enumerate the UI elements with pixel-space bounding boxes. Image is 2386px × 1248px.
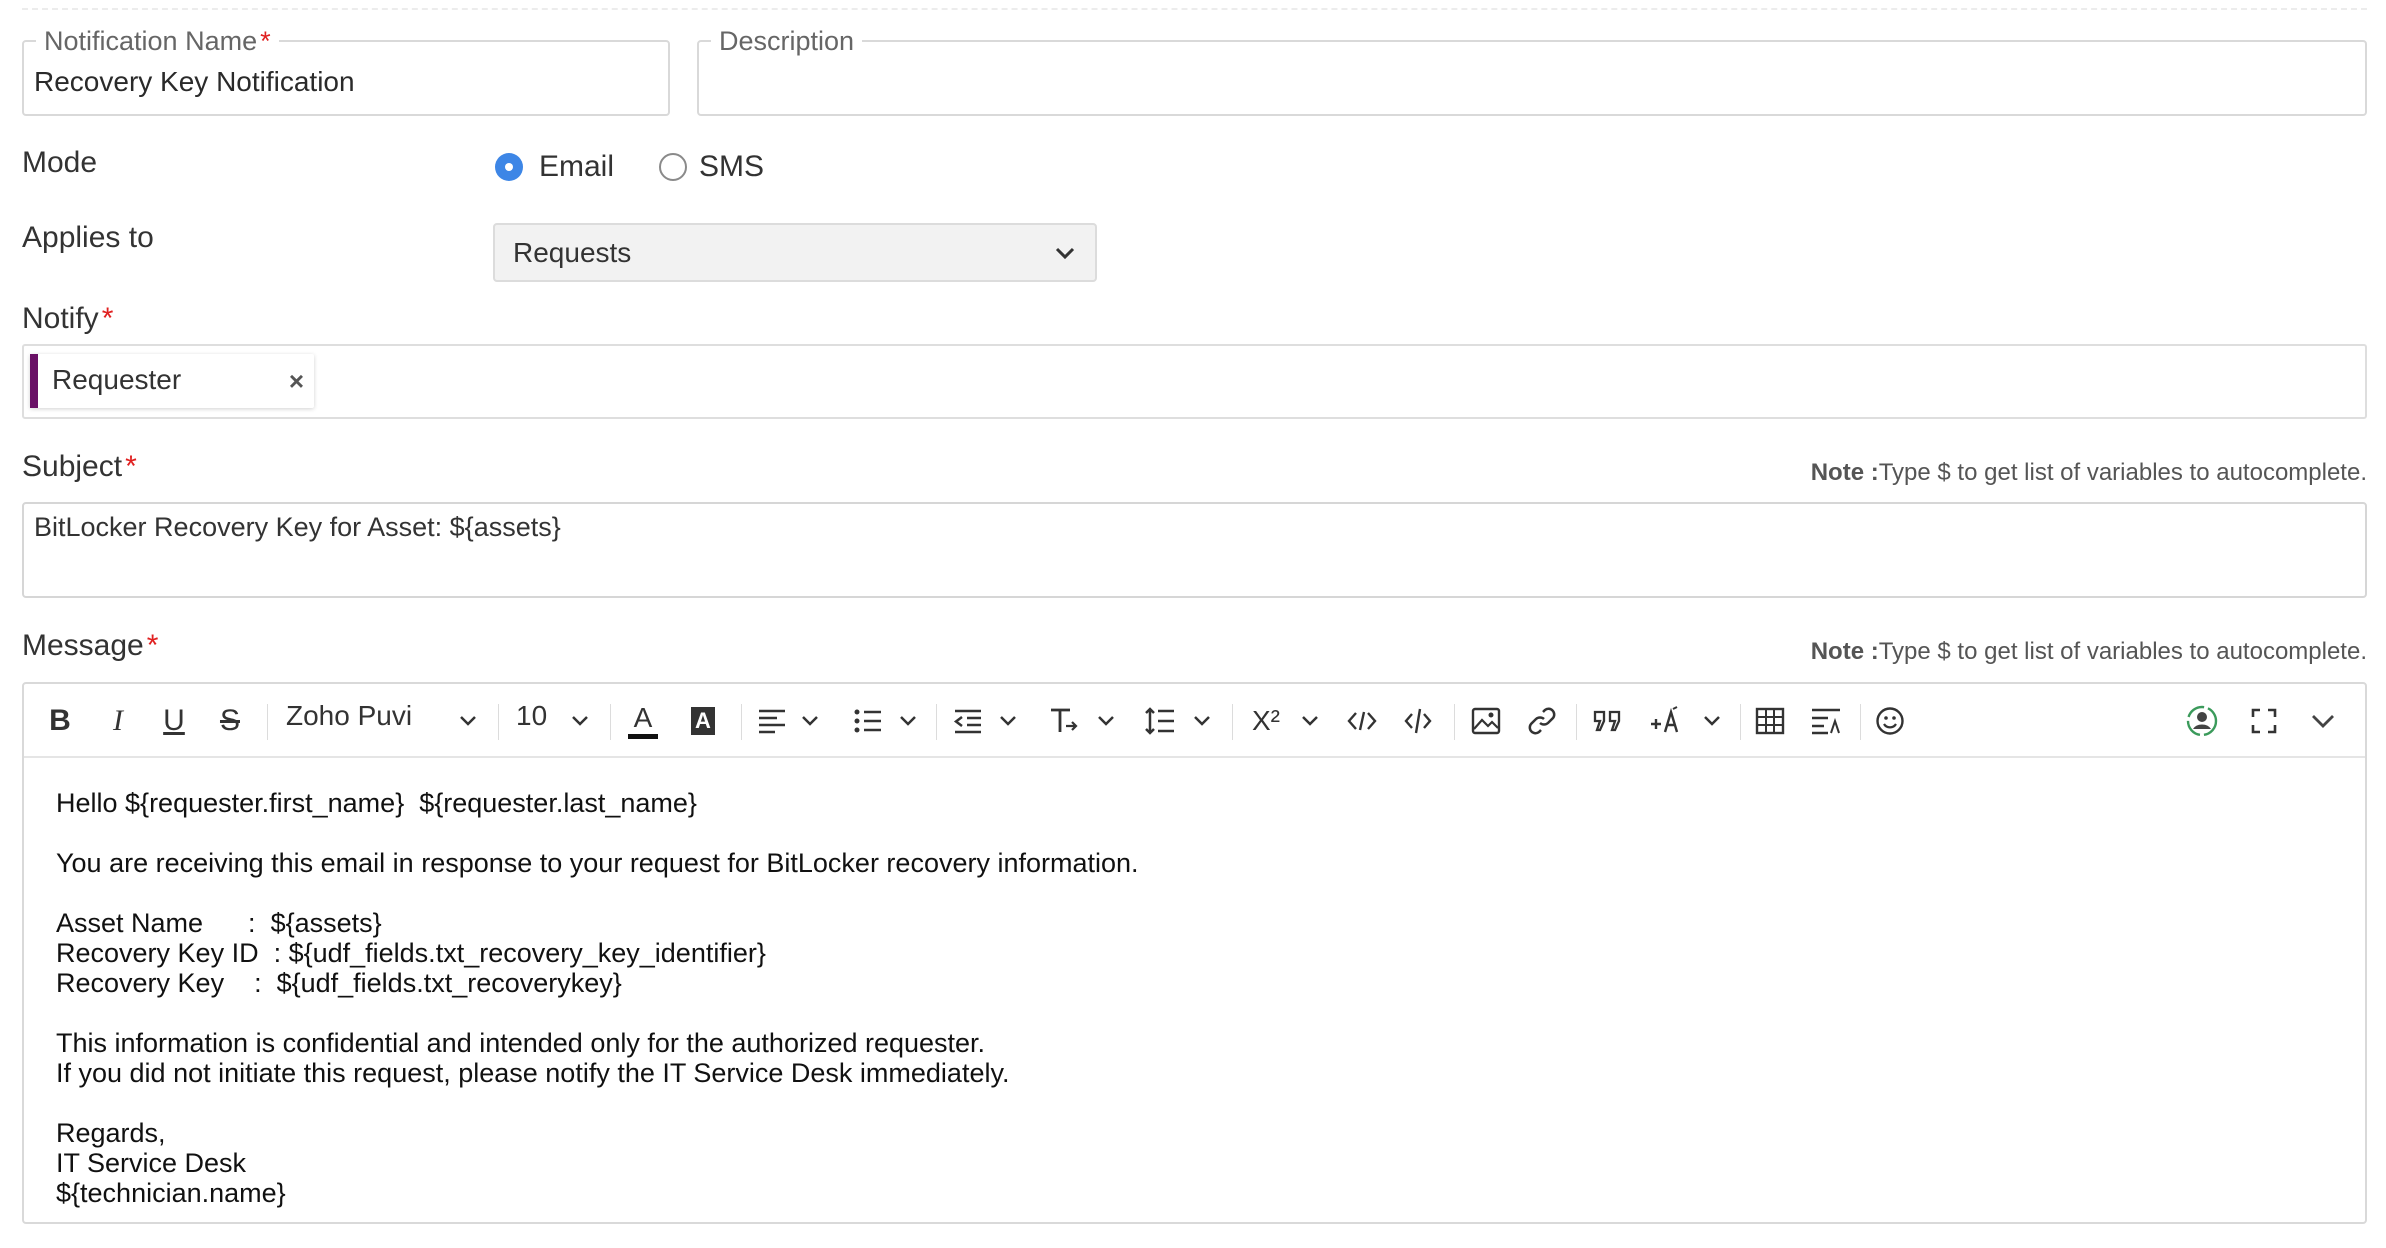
insert-image-icon[interactable] [1468,702,1504,740]
subject-input[interactable]: BitLocker Recovery Key for Asset: ${asse… [22,502,2367,598]
chip-label: Requester [52,364,182,395]
chevron-down-icon[interactable] [1702,702,1722,740]
email-radio[interactable] [495,153,523,181]
toolbar-separator [741,704,742,740]
toolbar-separator [1576,704,1577,740]
message-line: Asset Name : ${assets} [56,908,382,938]
emoji-icon[interactable] [1872,702,1908,740]
chevron-down-icon[interactable] [898,702,918,740]
chevron-down-icon[interactable] [800,702,820,740]
message-line [56,998,1139,1028]
toolbar-separator [1454,704,1455,740]
message-note: Note :Type $ to get list of variables to… [1810,638,2367,665]
line-height-icon[interactable] [1142,702,1178,740]
message-line [56,878,1139,908]
notify-label: Notify * [22,302,114,335]
message-line: IT Service Desk [56,1148,247,1178]
chevron-down-icon[interactable] [998,702,1018,740]
message-editor[interactable]: B I U S Zoho Puvi 10 A A X² Hello ${requ… [22,682,2367,1224]
strikethrough-button[interactable]: S [212,702,248,740]
message-line [56,1088,1139,1118]
mode-sms-option[interactable]: SMS [659,150,764,184]
message-line: Hello ${requester.first_name} ${requeste… [56,788,697,818]
bold-button[interactable]: B [42,702,78,740]
font-color-button[interactable]: A [626,702,660,740]
message-line: ${technician.name} [56,1178,286,1208]
toolbar-separator [498,704,499,740]
background-color-glyph: A [691,707,715,735]
subject-note: Note :Type $ to get list of variables to… [1810,459,2367,486]
message-line: Recovery Key ID : ${udf_fields.txt_recov… [56,938,766,968]
subject-value: BitLocker Recovery Key for Asset: ${asse… [34,512,561,542]
underline-button[interactable]: U [156,702,192,740]
font-color-glyph: A [633,701,653,733]
applies-to-label: Applies to [22,221,154,254]
insert-link-icon[interactable] [1524,702,1560,740]
background-color-button[interactable]: A [686,702,720,740]
email-radio-label: Email [539,150,615,183]
quote-icon[interactable] [1590,702,1626,740]
sms-radio-label: SMS [699,150,765,183]
superscript-button[interactable]: X² [1246,702,1286,740]
code-icon[interactable] [1344,702,1380,740]
font-size-select[interactable]: 10 [516,700,547,732]
toolbar-separator [610,704,611,740]
font-color-underline [628,733,658,739]
code-block-icon[interactable] [1400,702,1436,740]
chevron-down-icon[interactable] [1300,702,1320,740]
text-direction-icon[interactable] [1808,702,1844,740]
toolbar-separator [936,704,937,740]
chevron-down-icon[interactable] [458,702,478,740]
insert-table-icon[interactable] [1752,702,1788,740]
applies-to-select[interactable]: Requests [493,223,1097,282]
applies-to-value: Requests [513,237,632,268]
message-line: Recovery Key : ${udf_fields.txt_recovery… [56,968,622,998]
subject-label: Subject * [22,450,137,483]
message-line: You are receiving this email in response… [56,848,1139,878]
notification-name-value: Recovery Key Notification [34,66,355,97]
chevron-down-icon[interactable] [1192,702,1212,740]
toolbar-more-chevron-icon[interactable] [2308,702,2338,740]
toolbar-separator [1740,704,1741,740]
indent-icon[interactable] [950,702,986,740]
clear-format-icon[interactable] [1046,702,1082,740]
notify-input[interactable]: Requester × [22,344,2367,419]
bullet-list-icon[interactable] [850,702,886,740]
notify-chip-requester: Requester × [30,354,314,408]
toolbar-separator [267,704,268,740]
italic-button[interactable]: I [100,702,136,740]
user-sync-icon[interactable] [2182,702,2222,740]
chip-remove-icon[interactable]: × [289,366,304,397]
chevron-down-icon[interactable] [1096,702,1116,740]
message-line [56,818,1139,848]
insert-snippet-icon[interactable] [1646,702,1686,740]
message-label: Message * [22,629,159,662]
description-label: Description [711,24,863,58]
font-family-select[interactable]: Zoho Puvi [286,700,412,732]
editor-toolbar: B I U S Zoho Puvi 10 A A X² [24,684,2365,758]
message-body[interactable]: Hello ${requester.first_name} ${requeste… [56,788,1139,1208]
description-field[interactable]: Description [697,24,2367,116]
message-line: If you did not initiate this request, pl… [56,1058,1010,1088]
mode-email-option[interactable]: Email [495,150,614,184]
notification-name-field[interactable]: Notification Name * Recovery Key Notifica… [22,24,670,116]
mode-label: Mode [22,146,98,179]
top-divider [22,8,2367,10]
chevron-down-icon [1055,247,1075,260]
toolbar-separator [1232,704,1233,740]
chip-color-bar [30,354,38,408]
align-left-icon[interactable] [754,702,790,740]
message-line: This information is confidential and int… [56,1028,986,1058]
sms-radio[interactable] [659,153,687,181]
notification-name-label: Notification Name * [36,24,279,58]
toolbar-separator [1860,704,1861,740]
fullscreen-icon[interactable] [2246,702,2282,740]
message-line: Regards, [56,1118,166,1148]
chevron-down-icon[interactable] [570,702,590,740]
